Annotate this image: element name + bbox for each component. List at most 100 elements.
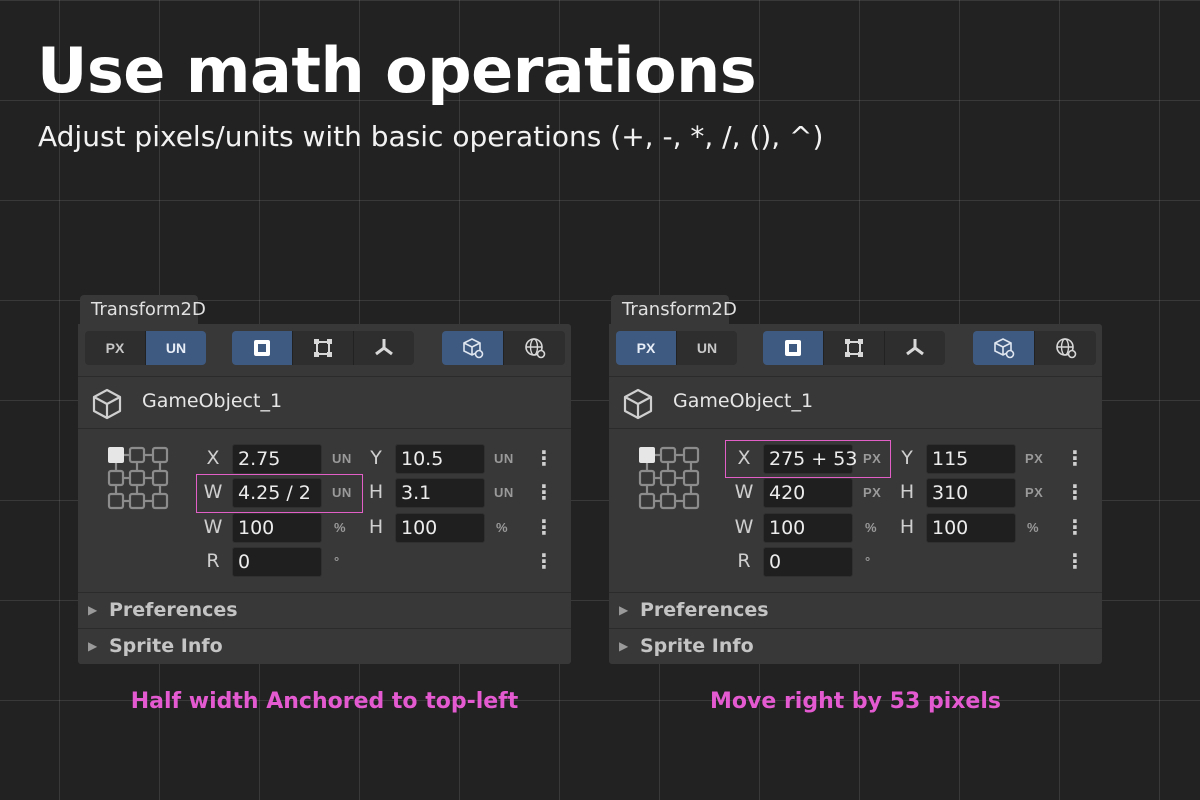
scale-h-label: H [899,516,915,538]
un-button[interactable]: UN [146,331,206,365]
local-space-icon [462,338,483,359]
y-unit: PX [1025,451,1044,466]
preferences-section[interactable]: ▶ Preferences [78,592,571,628]
local-space-icon [993,338,1014,359]
triangle-right-icon: ▶ [619,603,629,617]
scale-h-label: H [368,516,384,538]
mode-toggle [763,331,945,365]
triangle-right-icon: ▶ [88,639,98,653]
bounds-mode-icon [314,339,332,357]
cube-icon [92,388,122,420]
h-label: H [899,481,915,503]
y-unit: UN [494,451,514,466]
scale-h-field[interactable]: 100 [395,513,485,543]
h-field[interactable]: 310 [926,478,1016,508]
rotation-row: R 0 ° ⋮ [78,547,571,577]
pivot-mode-button[interactable] [354,331,414,365]
bounds-mode-button[interactable] [824,331,885,365]
panel-tab[interactable]: Transform2D [611,295,737,325]
preferences-section[interactable]: ▶ Preferences [609,592,1102,628]
pivot-mode-button[interactable] [885,331,945,365]
x-field[interactable]: 275 + 53 [763,444,857,474]
un-button[interactable]: UN [677,331,737,365]
world-space-icon [524,338,545,359]
w-field[interactable]: 420 [763,478,853,508]
w-unit: PX [863,485,882,500]
x-label: X [206,447,220,469]
r-field[interactable]: 0 [232,547,322,577]
panel-tab[interactable]: Transform2D [80,295,206,325]
rect-mode-icon [254,340,270,356]
bounds-mode-button[interactable] [293,331,354,365]
x-field[interactable]: 2.75 [232,444,322,474]
object-name: GameObject_1 [142,390,283,412]
bounds-mode-icon [845,339,863,357]
x-label: X [737,447,751,469]
sprite-info-section[interactable]: ▶ Sprite Info [78,628,571,664]
scale-w-field[interactable]: 100 [232,513,322,543]
triangle-right-icon: ▶ [88,603,98,617]
position-row: X 275 + 53 PX Y 115 PX ⋮ [609,444,1102,474]
y-label: Y [901,447,913,469]
x-unit: PX [863,451,882,466]
size-menu-icon[interactable]: ⋮ [534,482,554,504]
px-button[interactable]: PX [85,331,146,365]
position-menu-icon[interactable]: ⋮ [1065,448,1085,470]
space-toggle [973,331,1096,365]
local-space-button[interactable] [973,331,1035,365]
y-label: Y [370,447,382,469]
world-space-icon [1055,338,1076,359]
caption: Move right by 53 pixels [710,689,1001,714]
size-row: W 420 PX H 310 PX ⋮ [609,478,1102,508]
scale-h-unit: % [1027,520,1040,535]
px-button[interactable]: PX [616,331,677,365]
mode-toggle [232,331,414,365]
w-label: W [734,481,754,503]
page-title: Use math operations [37,34,757,107]
y-field[interactable]: 115 [926,444,1016,474]
h-label: H [368,481,384,503]
unit-toggle: PX UN [85,331,206,365]
size-menu-icon[interactable]: ⋮ [1065,482,1085,504]
r-label: R [206,550,220,572]
scale-w-label: W [734,516,754,538]
rotation-menu-icon[interactable]: ⋮ [534,551,554,573]
sprite-info-section[interactable]: ▶ Sprite Info [609,628,1102,664]
rect-mode-button[interactable] [232,331,293,365]
position-row: X 2.75 UN Y 10.5 UN ⋮ [78,444,571,474]
h-unit: UN [494,485,514,500]
scale-row: W 100 % H 100 % ⋮ [609,513,1102,543]
object-name: GameObject_1 [673,390,814,412]
position-menu-icon[interactable]: ⋮ [534,448,554,470]
w-label: W [203,481,223,503]
r-field[interactable]: 0 [763,547,853,577]
rotation-menu-icon[interactable]: ⋮ [1065,551,1085,573]
scale-h-field[interactable]: 100 [926,513,1016,543]
rect-mode-button[interactable] [763,331,824,365]
size-row: W 4.25 / 2 UN H 3.1 UN ⋮ [78,478,571,508]
h-unit: PX [1025,485,1044,500]
scale-menu-icon[interactable]: ⋮ [534,517,554,539]
pivot-mode-icon [375,339,393,356]
y-field[interactable]: 10.5 [395,444,485,474]
section-label: Preferences [109,599,238,621]
section-label: Preferences [640,599,769,621]
scale-menu-icon[interactable]: ⋮ [1065,517,1085,539]
unit-toggle: PX UN [616,331,737,365]
r-label: R [737,550,751,572]
w-unit: UN [332,485,352,500]
rect-mode-icon [785,340,801,356]
world-space-button[interactable] [504,331,565,365]
rotation-row: R 0 ° ⋮ [609,547,1102,577]
world-space-button[interactable] [1035,331,1096,365]
triangle-right-icon: ▶ [619,639,629,653]
w-field[interactable]: 4.25 / 2 [232,478,322,508]
local-space-button[interactable] [442,331,504,365]
space-toggle [442,331,565,365]
scale-w-field[interactable]: 100 [763,513,853,543]
scale-h-unit: % [496,520,509,535]
h-field[interactable]: 3.1 [395,478,485,508]
object-header: GameObject_1 [609,376,1102,428]
scale-w-unit: % [865,520,878,535]
r-unit: ° [865,554,871,569]
